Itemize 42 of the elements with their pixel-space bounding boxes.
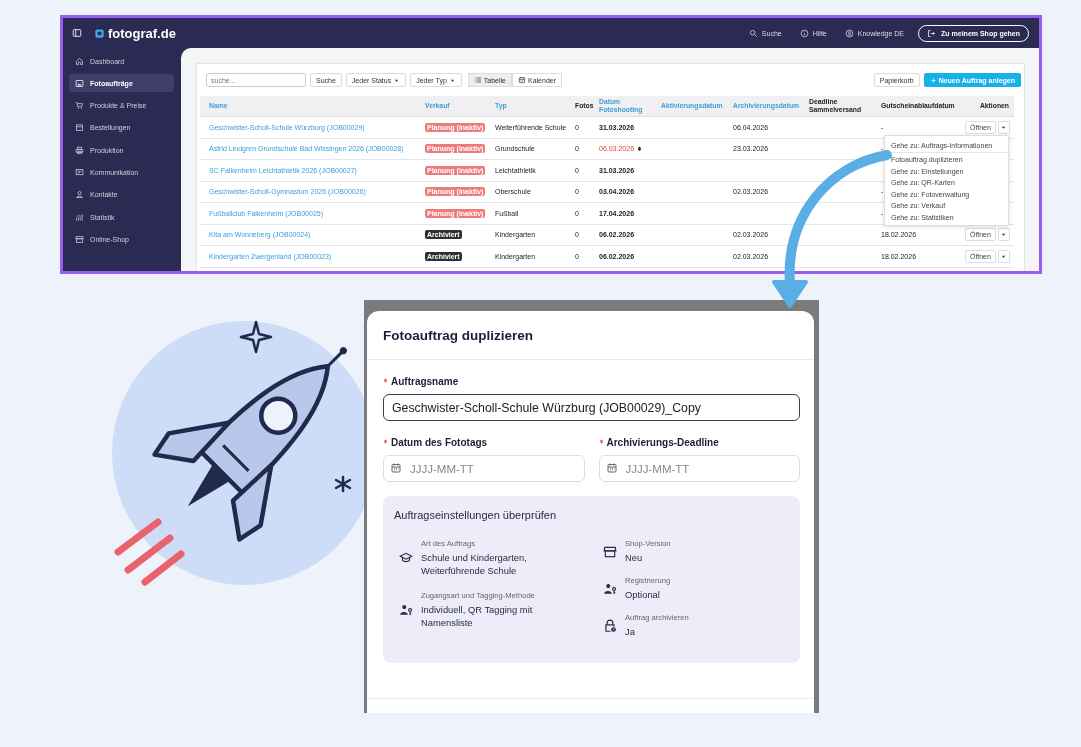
calendar-icon — [518, 76, 526, 84]
date-field[interactable]: JJJJ-MM-TT — [598, 455, 800, 482]
more-button[interactable] — [997, 228, 1010, 242]
calendar-icon — [390, 462, 402, 474]
field-label: Archivierungs-Deadline — [606, 437, 719, 448]
brand-name: fotograf.de — [108, 25, 176, 41]
store-icon — [603, 544, 617, 559]
info-icon — [799, 28, 809, 38]
home-icon — [75, 56, 84, 66]
setting-value: Optional — [625, 588, 661, 601]
field-label: Datum des Fototags — [391, 437, 488, 448]
setting-value: Individuell, QR Tagging mit Namensliste — [421, 603, 534, 629]
user-key-icon — [399, 603, 413, 617]
graduation-cap-icon — [399, 551, 413, 565]
setting-value: Neu — [625, 551, 644, 564]
box-icon — [75, 123, 84, 133]
chart-icon — [75, 212, 84, 222]
bell-icon — [636, 145, 644, 153]
chat-icon — [75, 168, 84, 177]
plus-icon — [929, 76, 937, 84]
user-icon — [75, 190, 84, 200]
more-button[interactable] — [997, 120, 1010, 134]
cart-icon — [75, 101, 84, 111]
image-icon — [75, 78, 84, 88]
setting-value: Ja — [625, 625, 636, 638]
user-key-icon — [603, 581, 617, 596]
exit-icon — [927, 28, 937, 38]
date-field[interactable]: JJJJ-MM-TT — [383, 455, 585, 482]
field-label: Auftragsname — [391, 376, 459, 387]
search-icon — [748, 28, 758, 38]
more-button[interactable] — [997, 249, 1010, 263]
printer-icon — [75, 145, 84, 155]
calendar-icon — [605, 462, 618, 474]
sidebar-toggle-icon[interactable] — [72, 28, 82, 38]
person-icon — [844, 28, 854, 38]
setting-value: Schule und Kindergarten, Weiterführende Schule — [421, 551, 528, 577]
store-icon — [75, 234, 84, 244]
order-name-field[interactable]: Geschwister-Scholl-Schule Würzburg (JOB00029)_Copy — [383, 394, 800, 421]
dialog-title: Fotoauftrag duplizieren — [367, 311, 814, 360]
section-title: Auftragseinstellungen überprüfen — [394, 509, 558, 521]
lock-clock-icon — [603, 618, 617, 633]
logo-icon — [94, 27, 105, 39]
